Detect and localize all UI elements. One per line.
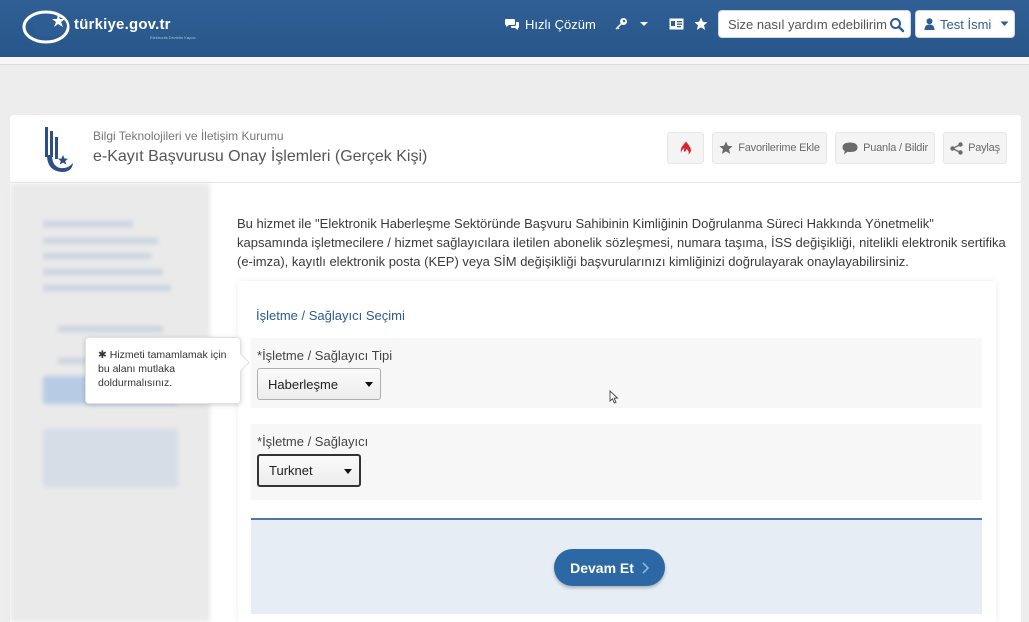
provider-value: Turknet <box>269 463 313 478</box>
service-header: Bilgi Teknolojileri ve İletişim Kurumu e… <box>10 115 1021 183</box>
mouse-cursor-icon <box>609 390 619 404</box>
btk-institution-logo <box>45 127 73 172</box>
key-icon <box>615 18 627 30</box>
navbar-bottom-strip <box>0 57 1029 65</box>
tooltip-text: Hizmeti tamamlamak için bu alanı mutlaka… <box>98 349 227 389</box>
provider-type-value: Haberleşme <box>268 376 339 392</box>
top-navbar: türkiye.gov.tr Elektronik Devletin Kapıs… <box>0 0 1029 57</box>
popular-button[interactable] <box>667 132 704 164</box>
user-icon <box>924 18 935 30</box>
share-icon <box>950 141 963 155</box>
provider-type-select[interactable]: Haberleşme <box>257 368 381 400</box>
provider-field: *İşletme / Sağlayıcı Turknet <box>251 424 982 500</box>
provider-selection-form: İşletme / Sağlayıcı Seçimi *İşletme / Sa… <box>238 281 996 622</box>
add-favorites-button[interactable]: Favorilerime Ekle <box>712 132 827 164</box>
search-input[interactable] <box>719 11 887 37</box>
speech-bubble-icon <box>842 142 858 154</box>
quick-solution-link[interactable]: Hızlı Çözüm <box>505 14 596 34</box>
caret-down-icon <box>1000 21 1009 26</box>
caret-down-icon <box>640 22 648 26</box>
user-name: Test İsmi <box>940 16 992 32</box>
provider-type-label: *İşletme / Sağlayıcı Tipi <box>257 348 393 363</box>
logo-text: türkiye.gov.tr <box>74 16 171 33</box>
share-label: Paylaş <box>968 142 1000 154</box>
institution-name: Bilgi Teknolojileri ve İletişim Kurumu <box>93 129 284 143</box>
form-actions: Devam Et <box>251 518 982 614</box>
chat-bubbles-icon <box>505 19 519 30</box>
turkiye-gov-logo[interactable]: türkiye.gov.tr Elektronik Devletin Kapıs… <box>20 6 220 48</box>
dropdown-arrow-icon <box>344 469 352 474</box>
provider-label: *İşletme / Sağlayıcı <box>257 434 369 449</box>
section-title: İşletme / Sağlayıcı Seçimi <box>256 308 405 323</box>
service-description: Bu hizmet ile "Elektronik Haberleşme Sek… <box>237 216 1006 269</box>
search-icon[interactable] <box>889 17 905 33</box>
star-icon <box>719 141 733 154</box>
favorites-star-button[interactable] <box>694 14 708 34</box>
required-field-tooltip: ✱ Hizmeti tamamlamak için bu alanı mutla… <box>85 337 241 404</box>
share-button[interactable]: Paylaş <box>943 132 1007 164</box>
rate-report-button[interactable]: Puanla / Bildir <box>835 132 935 164</box>
star-icon <box>694 17 708 30</box>
id-card-button[interactable] <box>669 14 684 34</box>
page-title: e-Kayıt Başvurusu Onay İşlemleri (Gerçek… <box>93 148 428 165</box>
provider-select[interactable]: Turknet <box>257 454 361 487</box>
dropdown-arrow-icon <box>365 382 373 387</box>
logo-subtext: Elektronik Devletin Kapısı <box>150 35 196 40</box>
chevron-right-icon <box>642 562 649 573</box>
id-card-icon <box>669 18 684 30</box>
add-favorites-label: Favorilerime Ekle <box>738 142 820 154</box>
continue-label: Devam Et <box>570 559 634 576</box>
keys-menu[interactable] <box>614 14 649 34</box>
crescent-logo-icon <box>22 10 70 44</box>
rate-report-label: Puanla / Bildir <box>863 142 928 154</box>
fire-icon <box>680 141 691 155</box>
search-box <box>718 10 911 38</box>
user-menu-button[interactable]: Test İsmi <box>915 10 1015 38</box>
asterisk-icon: ✱ <box>98 349 107 361</box>
continue-button[interactable]: Devam Et <box>554 549 665 586</box>
quick-solution-label: Hızlı Çözüm <box>525 16 596 32</box>
